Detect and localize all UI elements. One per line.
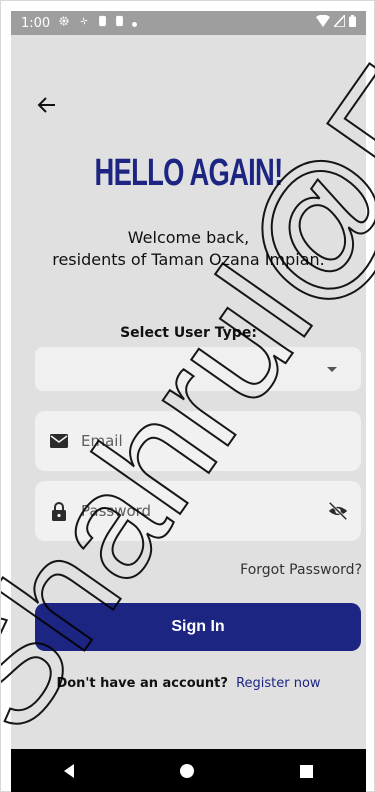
register-link[interactable]: Register now bbox=[236, 676, 320, 691]
person-icon bbox=[115, 15, 124, 31]
wifi-icon bbox=[316, 14, 330, 31]
forgot-password-link[interactable]: Forgot Password? bbox=[240, 562, 362, 578]
status-time: 1:00 bbox=[21, 15, 51, 31]
battery-icon bbox=[349, 15, 356, 31]
gear-icon bbox=[58, 15, 70, 31]
status-right bbox=[316, 12, 356, 31]
caret-down-icon bbox=[327, 367, 337, 372]
phone-frame: 1:00 HELLO AGAIN! Welcome back, resident… bbox=[0, 0, 375, 792]
status-left: 1:00 bbox=[21, 15, 138, 31]
page-title: HELLO AGAIN! bbox=[94, 152, 284, 194]
nav-back-icon[interactable] bbox=[64, 764, 74, 778]
email-field[interactable] bbox=[35, 411, 361, 471]
nav-recents-icon[interactable] bbox=[300, 764, 313, 778]
visibility-off-icon[interactable] bbox=[327, 500, 349, 522]
nav-home-icon[interactable] bbox=[180, 764, 194, 778]
status-bar: 1:00 bbox=[11, 11, 366, 35]
fan-icon bbox=[78, 15, 90, 31]
signal-icon bbox=[332, 12, 346, 31]
dot-icon bbox=[132, 16, 138, 31]
password-field[interactable] bbox=[35, 481, 361, 541]
email-input[interactable] bbox=[81, 432, 301, 450]
login-screen: HELLO AGAIN! Welcome back, residents of … bbox=[11, 35, 366, 749]
no-account-text: Don't have an account? bbox=[56, 676, 228, 691]
sign-in-button[interactable]: Sign In bbox=[35, 603, 361, 651]
navigation-bar bbox=[11, 749, 366, 792]
welcome-line-2: residents of Taman Ozana Impian. bbox=[52, 250, 325, 269]
welcome-line-1: Welcome back, bbox=[127, 228, 250, 247]
arrow-left-icon bbox=[37, 97, 55, 113]
password-input[interactable] bbox=[81, 502, 301, 520]
person-icon bbox=[98, 15, 107, 31]
user-type-dropdown[interactable] bbox=[35, 347, 361, 391]
register-prompt: Don't have an account? Register now bbox=[11, 676, 366, 691]
lock-icon bbox=[49, 501, 69, 521]
mail-icon bbox=[49, 431, 69, 451]
select-user-type-label: Select User Type: bbox=[120, 325, 257, 341]
welcome-text: Welcome back, residents of Taman Ozana I… bbox=[11, 227, 366, 271]
back-button[interactable] bbox=[35, 93, 59, 117]
